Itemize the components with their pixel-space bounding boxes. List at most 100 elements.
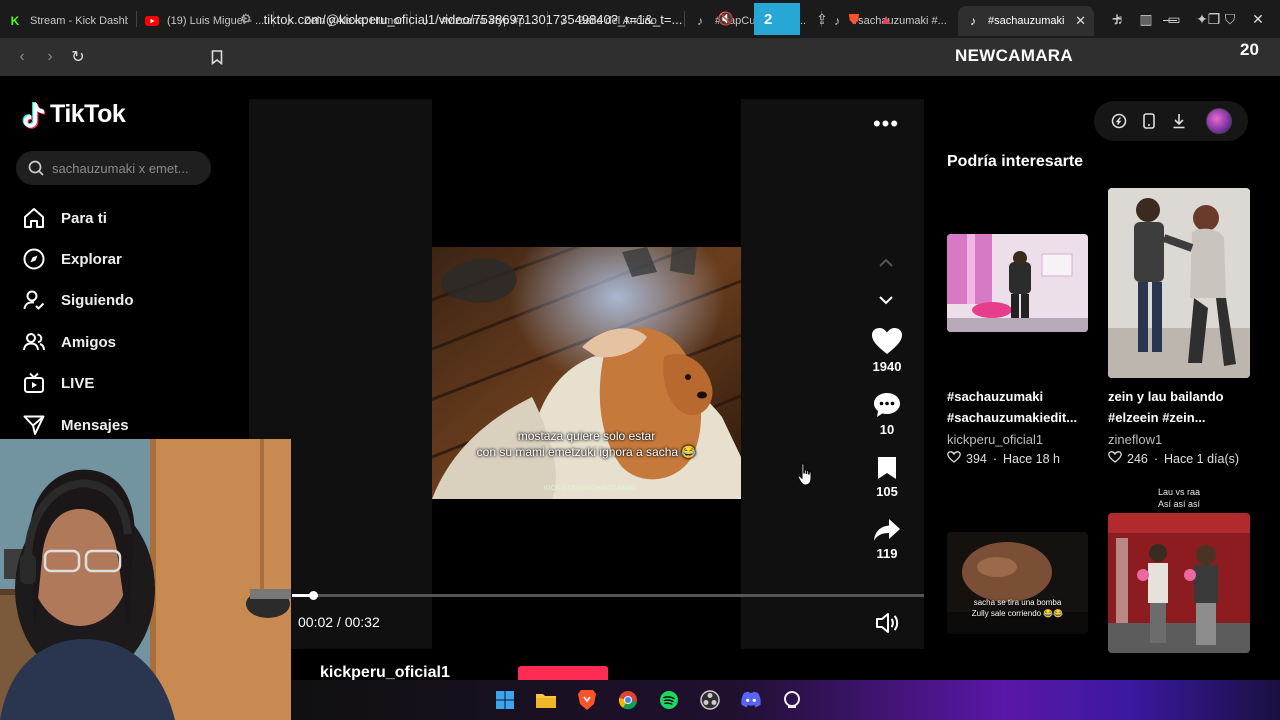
brave-shield-icon[interactable]: ⛊ bbox=[838, 11, 870, 28]
progress-handle[interactable] bbox=[309, 591, 319, 600]
sidebar-item-mensajes[interactable]: Mensajes bbox=[22, 410, 129, 440]
meta-separator: · bbox=[992, 451, 998, 466]
sidebar-item-siguiendo[interactable]: Siguiendo bbox=[22, 285, 134, 315]
sidebar-item-label: Siguiendo bbox=[61, 291, 134, 309]
youtube-icon bbox=[145, 14, 159, 28]
suggestion-user[interactable]: kickperu_oficial1 bbox=[947, 432, 1043, 447]
vpn-shield-icon[interactable]: ⛉ bbox=[1216, 11, 1244, 28]
suggestion-title[interactable]: #sachauzumakiedit... bbox=[947, 407, 1092, 428]
sidebar-item-para-ti[interactable]: Para ti bbox=[22, 203, 107, 233]
address-bar[interactable]: ⚙ tiktok.com/@kickperu_oficial1/video/75… bbox=[240, 4, 760, 34]
suggestion-user[interactable]: zineflow1 bbox=[1108, 432, 1162, 447]
thumbnail-caption: sacha se tira una bomba bbox=[973, 598, 1062, 607]
screen: K Stream - Kick Dashboard (19) Luis Migu… bbox=[0, 0, 1280, 720]
save-button[interactable]: 105 bbox=[862, 456, 912, 499]
sidebar-item-label: LIVE bbox=[61, 374, 95, 392]
tiktok-logo-icon bbox=[22, 101, 46, 129]
back-icon[interactable]: ‹ bbox=[8, 43, 36, 71]
mobile-app-icon[interactable] bbox=[1134, 113, 1164, 129]
browser-toolbar: ‹ › ↻ bbox=[0, 38, 1280, 76]
sidebar-item-explorar[interactable]: Explorar bbox=[22, 244, 122, 274]
video-frame[interactable]: mostaza quiere solo estar con su mami em… bbox=[432, 247, 741, 499]
video-caption-line-2: con su mami emetzuki ignora a sacha 😂 bbox=[476, 445, 697, 459]
more-options-icon[interactable]: ••• bbox=[870, 110, 902, 138]
friends-icon bbox=[22, 330, 46, 354]
leo-icon[interactable]: ✦ bbox=[1188, 11, 1216, 28]
progress-bar[interactable] bbox=[292, 591, 924, 600]
heart-icon bbox=[872, 328, 902, 354]
discord-icon[interactable] bbox=[730, 686, 771, 714]
thumbnail-image bbox=[1108, 188, 1250, 378]
time-display: 00:02 / 00:32 bbox=[298, 614, 380, 630]
hand-cursor-icon bbox=[797, 463, 812, 486]
search-input[interactable]: sachauzumaki x emet... bbox=[16, 151, 211, 185]
like-button[interactable]: 1940 bbox=[862, 327, 912, 374]
suggestion-thumbnail[interactable] bbox=[1108, 188, 1250, 378]
site-settings-icon[interactable]: ⚙ bbox=[240, 11, 252, 27]
reload-icon[interactable]: ↻ bbox=[64, 43, 92, 71]
app-icon[interactable] bbox=[771, 686, 812, 714]
tiktok-logo[interactable]: TikTok bbox=[22, 100, 126, 129]
forward-icon[interactable]: › bbox=[36, 43, 64, 71]
speaker-muted-icon[interactable]: 🔇 bbox=[718, 11, 734, 27]
heart-outline-icon bbox=[1108, 451, 1122, 466]
bookmark-icon[interactable] bbox=[203, 43, 231, 71]
coins-icon[interactable] bbox=[1104, 113, 1134, 129]
obs-icon[interactable] bbox=[689, 686, 730, 714]
suggestion-thumbnail[interactable]: sacha se tira una bomba Zully sale corri… bbox=[947, 532, 1088, 634]
music-icon[interactable]: ♫ bbox=[1104, 11, 1132, 27]
thumbnail-image bbox=[1108, 513, 1250, 653]
next-video-icon[interactable] bbox=[874, 288, 898, 312]
file-explorer-icon[interactable] bbox=[525, 686, 566, 714]
video-watermark: KICK.COM/SACHAUZUMAKI bbox=[544, 485, 637, 492]
thumbnail-image bbox=[947, 234, 1088, 332]
suggestion-age: Hace 1 día(s) bbox=[1164, 451, 1240, 466]
toolbar-counter: 20 bbox=[1240, 40, 1259, 59]
live-icon bbox=[22, 371, 46, 395]
brave-browser-icon[interactable] bbox=[566, 686, 607, 714]
sidebar-item-label: Mensajes bbox=[61, 416, 129, 434]
tiktok-icon: ♪ bbox=[970, 14, 976, 28]
close-tab-icon[interactable]: ✕ bbox=[1075, 13, 1086, 29]
sidebar-item-live[interactable]: LIVE bbox=[22, 368, 94, 398]
suggestion-title[interactable]: #sachauzumaki bbox=[947, 386, 1092, 407]
avatar[interactable] bbox=[1206, 108, 1232, 134]
like-count: 1940 bbox=[872, 359, 902, 374]
browser-tab-active[interactable]: ♪ #sachauzumaki ✕ bbox=[958, 6, 1094, 36]
suggestion-title[interactable]: zein y lau bailando bbox=[1108, 386, 1253, 407]
suggestion-likes: 246 bbox=[1127, 451, 1148, 466]
comment-button[interactable]: 10 bbox=[862, 392, 912, 437]
wallet-icon[interactable]: ▭ bbox=[1160, 11, 1188, 28]
share-arrow-icon bbox=[874, 519, 900, 541]
meta-separator: · bbox=[1153, 451, 1159, 466]
sidebar-item-label: Explorar bbox=[61, 250, 122, 268]
url-text: tiktok.com/@kickperu_oficial1/video/7538… bbox=[263, 11, 683, 27]
volume-icon[interactable] bbox=[874, 610, 900, 636]
share-button[interactable]: 119 bbox=[862, 518, 912, 561]
taskbar-apps bbox=[484, 686, 812, 714]
chrome-icon[interactable] bbox=[607, 686, 648, 714]
extension-counter-badge[interactable]: 2 bbox=[754, 3, 800, 35]
suggestion-meta: 246 · Hace 1 día(s) bbox=[1108, 451, 1239, 466]
suggestion-title[interactable]: #elzeein #zein... bbox=[1108, 407, 1253, 428]
webcam-overlay bbox=[0, 439, 291, 720]
suggestion-thumbnail[interactable] bbox=[947, 234, 1088, 332]
previous-video-icon[interactable] bbox=[874, 251, 898, 275]
share-icon[interactable]: ⇪ bbox=[806, 11, 838, 28]
browser-tab[interactable]: K Stream - Kick Dashboard bbox=[0, 6, 136, 36]
suggestion-meta: 394 · Hace 18 h bbox=[947, 451, 1060, 466]
suggestion-thumbnail[interactable] bbox=[1108, 513, 1250, 653]
video-image bbox=[432, 247, 741, 499]
suggestion-overlay-label: Lau vs raa Así así así bbox=[1108, 486, 1250, 510]
rewards-icon[interactable]: ▲ bbox=[870, 11, 902, 27]
sidebar-item-amigos[interactable]: Amigos bbox=[22, 327, 116, 357]
messages-icon bbox=[22, 413, 46, 437]
spotify-icon[interactable] bbox=[648, 686, 689, 714]
windows-start-icon[interactable] bbox=[484, 686, 525, 714]
webcam-image bbox=[0, 439, 291, 720]
follow-button[interactable] bbox=[518, 666, 608, 680]
comment-icon bbox=[874, 393, 900, 417]
sidebar-icon[interactable]: ▥ bbox=[1132, 11, 1160, 28]
download-icon[interactable] bbox=[1164, 113, 1194, 129]
thumbnail-image bbox=[947, 532, 1088, 634]
